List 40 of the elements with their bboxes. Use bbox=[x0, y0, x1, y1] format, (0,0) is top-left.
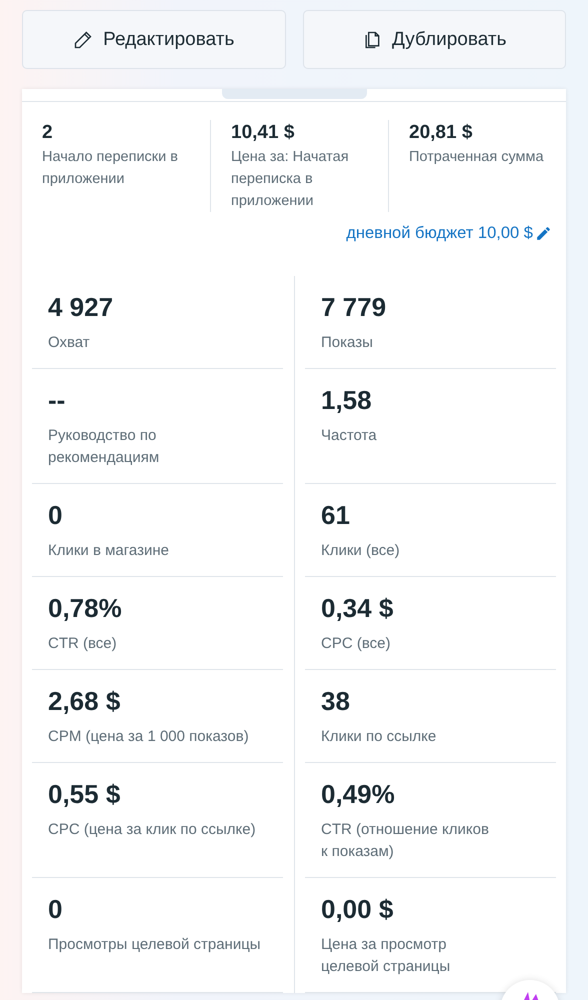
metric-value: -- bbox=[48, 384, 66, 417]
metric-label: CPC (все) bbox=[321, 634, 392, 654]
metric-value: 0,49% bbox=[321, 778, 396, 811]
metric-value: 61 bbox=[321, 499, 351, 532]
metric-label: CPC (цена за клик по ссылке) bbox=[48, 820, 257, 840]
edit-button[interactable]: Редактировать bbox=[22, 10, 286, 69]
summary-value: 2 bbox=[42, 121, 54, 145]
metric-value: 0,55 $ bbox=[48, 778, 122, 811]
metric-value: 0 bbox=[48, 499, 64, 532]
summary-label: Начало переписки в приложении bbox=[42, 148, 179, 189]
metric-label: Цена за просмотр целевой страницы bbox=[321, 935, 452, 977]
metric-value: 0,00 $ bbox=[321, 893, 394, 926]
metric-value: 0 bbox=[48, 893, 64, 926]
drag-handle[interactable] bbox=[222, 89, 366, 99]
metric-label: Клики (все) bbox=[321, 541, 401, 561]
metric-value: 0,78% bbox=[48, 592, 123, 625]
pencil-icon bbox=[535, 225, 552, 242]
metric-label: CTR (все) bbox=[48, 634, 118, 654]
metric-value: 0,34 $ bbox=[321, 592, 394, 625]
metric-value: 4 927 bbox=[48, 291, 114, 324]
metric-label: Руководство по рекомендациям bbox=[48, 426, 160, 468]
pencil-icon bbox=[73, 30, 94, 50]
metric-label: Частота bbox=[321, 426, 378, 446]
summary-label: Потраченная сумма bbox=[409, 148, 545, 167]
metric-label: CTR (отношение кликов к показам) bbox=[321, 820, 490, 862]
metric-label: Охват bbox=[48, 333, 91, 353]
daily-budget-link[interactable]: дневной бюджет 10,00 $ bbox=[346, 224, 552, 243]
metric-value: 7 779 bbox=[321, 291, 388, 324]
metric-label: Клики в магазине bbox=[48, 541, 170, 561]
metric-value: 2,68 $ bbox=[48, 685, 122, 718]
metric-label: Клики по ссылке bbox=[321, 727, 438, 747]
metric-label: Просмотры целевой страницы bbox=[48, 935, 262, 955]
metric-value: 1,58 bbox=[321, 384, 373, 417]
summary-label: Цена за: Начатая переписка в приложении bbox=[231, 148, 350, 211]
metric-value: 38 bbox=[321, 685, 351, 718]
duplicate-button[interactable]: Дублировать bbox=[302, 10, 566, 69]
summary-value: 20,81 $ bbox=[409, 121, 474, 145]
metric-label: CPM (цена за 1 000 показов) bbox=[48, 727, 250, 747]
metric-label: Показы bbox=[321, 333, 374, 353]
summary-value: 10,41 $ bbox=[231, 121, 296, 145]
